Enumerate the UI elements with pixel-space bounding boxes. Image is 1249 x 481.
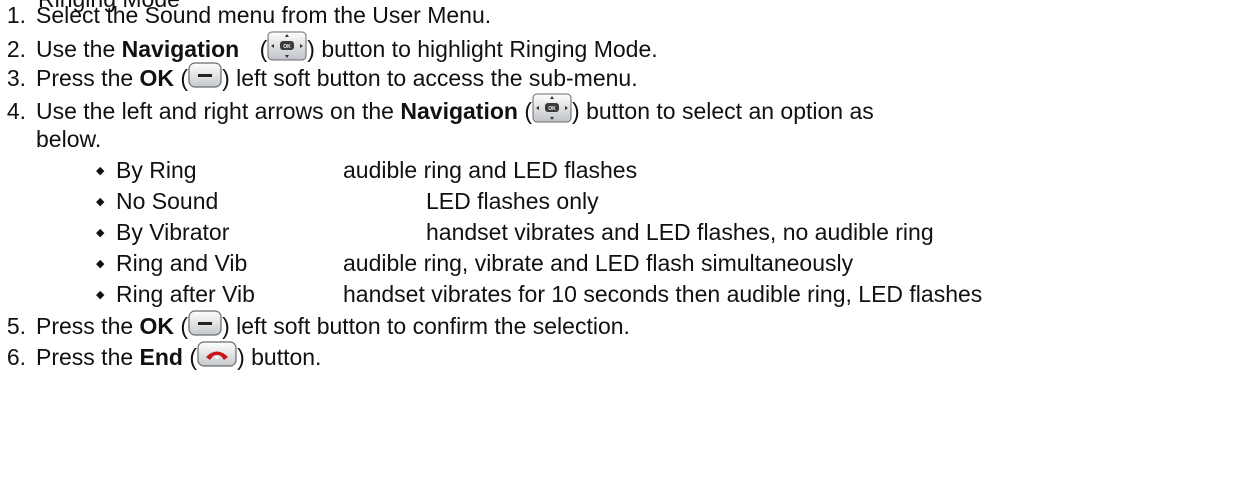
navigation-label: Navigation — [400, 98, 518, 125]
instruction-document: Ringing Mode 1.Select the Sound menu fro… — [0, 0, 1249, 481]
step-text-pre: Use the — [36, 36, 122, 63]
ok-label: OK — [139, 65, 175, 92]
step-4: 4. Use the left and right arrows on the N… — [0, 93, 874, 131]
bullet-icon: ◆ — [96, 289, 105, 301]
bullet-icon: ◆ — [96, 227, 105, 239]
option-name: No Sound — [116, 188, 219, 214]
svg-text:OK: OK — [548, 106, 556, 112]
option-description: handset vibrates and LED flashes, no aud… — [426, 219, 934, 245]
paren-open: ( — [517, 98, 533, 125]
bullet-icon: ◆ — [96, 165, 105, 177]
paren-open: ( — [253, 36, 268, 63]
step-number: 2. — [6, 36, 26, 63]
paren-open: ( — [174, 313, 189, 340]
left-soft-key-icon — [188, 310, 222, 342]
option-item-by-vibrator: ◆ By Vibrator handset vibrates and LED fla… — [96, 219, 934, 251]
step-number: 4. — [6, 98, 26, 125]
step-text-post: ) left soft button to access the sub-men… — [222, 65, 638, 92]
step-text-pre: Press the — [36, 65, 140, 92]
option-item-no-sound: ◆ No Sound LED flashes only — [96, 188, 599, 220]
option-description: audible ring and LED flashes — [343, 157, 638, 183]
navigation-ok-key-icon: OK — [267, 31, 307, 67]
option-item-ring-and-vib: ◆ Ring and Vib audible ring, vibrate and L… — [96, 250, 853, 282]
step-5: 5. Press the OK ( ) left soft button to c… — [0, 310, 630, 344]
bullet-icon: ◆ — [96, 258, 105, 270]
end-label: End — [139, 344, 183, 371]
step-4-continuation: below. — [36, 126, 102, 152]
svg-text:OK: OK — [284, 44, 292, 50]
step-text-post: ) button to highlight Ringing Mode. — [307, 36, 658, 63]
option-description: audible ring, vibrate and LED flash simu… — [343, 250, 854, 276]
left-soft-key-icon — [188, 62, 222, 94]
paren-open: ( — [174, 65, 189, 92]
step-text-post: ) button. — [237, 344, 322, 371]
ok-label: OK — [139, 313, 175, 340]
step-text-pre: Press the — [36, 313, 140, 340]
paren-open: ( — [183, 344, 198, 371]
step-text-pre: Use the left and right arrows on the — [36, 98, 401, 125]
step-6: 6. Press the End ( ) button. — [0, 341, 322, 375]
step-text-post: ) left soft button to confirm the select… — [222, 313, 630, 340]
step-text: Select the Sound menu from the User Menu… — [36, 2, 492, 28]
option-name: Ring and Vib — [116, 250, 248, 276]
step-1: 1. Select the Sound menu from the User Me… — [0, 2, 491, 29]
option-name: By Ring — [116, 157, 197, 183]
step-text-post: ) button to select an option as — [572, 98, 874, 125]
step-number: 5. — [6, 313, 26, 340]
option-item-ring-after-vib: ◆ Ring after Vib handset vibrates for 10 s… — [96, 281, 982, 313]
option-name: By Vibrator — [116, 219, 230, 245]
navigation-ok-key-icon: OK — [532, 93, 572, 129]
bullet-icon: ◆ — [96, 196, 105, 208]
end-call-key-icon — [197, 341, 237, 373]
step-number: 3. — [6, 65, 26, 92]
step-number: 1. — [6, 2, 26, 28]
option-description: LED flashes only — [426, 188, 599, 214]
option-description: handset vibrates for 10 seconds then aud… — [343, 281, 983, 307]
step-text-pre: Press the — [36, 344, 140, 371]
option-item-by-ring: ◆ By Ring audible ring and LED flashes — [96, 157, 637, 189]
step-3: 3. Press the OK ( ) left soft button to a… — [0, 62, 638, 96]
option-name: Ring after Vib — [116, 281, 255, 307]
step-number: 6. — [6, 344, 26, 371]
navigation-label: Navigation — [121, 36, 240, 63]
